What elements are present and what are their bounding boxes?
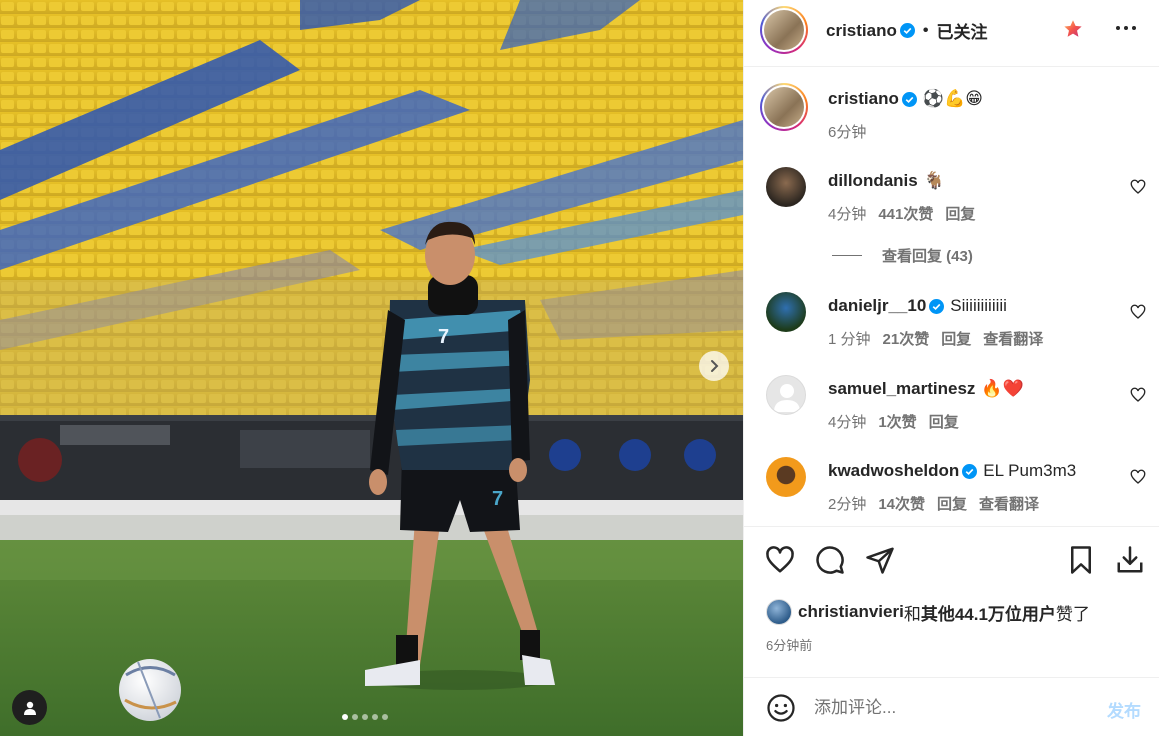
verified-badge-icon — [899, 23, 915, 38]
caption-meta: 6分钟 — [828, 121, 866, 142]
comment-text: 🔥❤️ — [981, 379, 1024, 398]
commenter-avatar[interactable] — [766, 167, 806, 207]
post-photo[interactable]: 7 7 — [0, 0, 743, 736]
liker-username[interactable]: christianvieri — [798, 602, 904, 622]
comment-line: kwadwosheldon EL Pum3m3 — [828, 461, 1076, 481]
comment-text: EL Pum3m3 — [983, 461, 1077, 480]
comment-likes[interactable]: 441次赞 — [878, 203, 933, 224]
post-timestamp[interactable]: 6分钟前 — [766, 635, 812, 654]
caption-author-avatar[interactable] — [760, 83, 808, 131]
comment-time: 4分钟 — [828, 414, 867, 431]
liker-avatar[interactable] — [766, 599, 792, 625]
verified-badge-icon — [962, 463, 978, 479]
comment-username[interactable]: kwadwosheldon — [828, 461, 959, 481]
post-comment-button[interactable]: 发布 — [1107, 697, 1141, 722]
comment-composer: 发布 — [744, 677, 1159, 736]
commenter-avatar[interactable] — [766, 457, 806, 497]
comment-line: dillondanis 🐐 — [828, 171, 945, 191]
author-avatar[interactable] — [760, 6, 808, 54]
save-bookmark-icon[interactable] — [1066, 545, 1096, 575]
reply-button[interactable]: 回复 — [937, 493, 967, 514]
comment-line: samuel_martinesz 🔥❤️ — [828, 379, 1024, 399]
caption-text: ⚽💪😁 — [922, 89, 983, 108]
comment-input[interactable] — [814, 696, 1094, 720]
likes-others-link[interactable]: 其他44.1万位用户 — [921, 600, 1056, 625]
carousel-dot — [352, 714, 358, 720]
likes-summary: christianvieri 和 其他44.1万位用户 赞了 — [766, 599, 1090, 625]
svg-text:7: 7 — [438, 326, 449, 348]
comment-text: Siiiiiiiiiiii — [950, 296, 1007, 315]
follow-status-button[interactable]: 已关注 — [936, 18, 987, 43]
like-heart-icon[interactable] — [765, 545, 795, 575]
likes-suffix: 赞了 — [1055, 604, 1090, 624]
share-send-icon[interactable] — [865, 545, 895, 575]
comment-username[interactable]: samuel_martinesz — [828, 379, 975, 399]
comment-time: 4分钟 — [828, 206, 867, 223]
download-icon[interactable] — [1115, 545, 1145, 575]
tagged-users-button[interactable] — [12, 690, 47, 725]
carousel-dot — [342, 714, 348, 720]
more-options-icon[interactable] — [1116, 26, 1138, 32]
comments-section: cristiano ⚽💪😁 6分钟 dillondanis 🐐 4分钟 441次… — [744, 67, 1159, 527]
comment-time: 2分钟 — [828, 496, 867, 513]
see-translation-button[interactable]: 查看翻译 — [979, 493, 1039, 514]
reply-button[interactable]: 回复 — [945, 203, 975, 224]
football — [119, 659, 181, 721]
comment-like-heart-icon[interactable] — [1130, 469, 1146, 485]
comment-text: 🐐 — [923, 171, 945, 190]
author-info: cristiano • 已关注 — [826, 18, 987, 43]
carousel-dot — [372, 714, 378, 720]
post-actions: christianvieri 和 其他44.1万位用户 赞了 6分钟前 — [744, 527, 1159, 667]
view-replies-label: 查看回复 (43) — [882, 248, 973, 265]
comment-bubble-icon[interactable] — [815, 545, 845, 575]
favorites-star-icon[interactable] — [1062, 18, 1084, 40]
user-icon — [23, 701, 36, 715]
carousel-dot — [382, 714, 388, 720]
commenter-avatar[interactable] — [766, 292, 806, 332]
comment-like-heart-icon[interactable] — [1130, 387, 1146, 403]
chevron-right-icon — [711, 360, 719, 372]
reply-button[interactable]: 回复 — [929, 411, 959, 432]
svg-text:7: 7 — [492, 488, 503, 510]
author-username[interactable]: cristiano — [826, 21, 897, 41]
carousel-next-button[interactable] — [699, 351, 729, 381]
header-separator: • — [922, 21, 929, 39]
comment-meta: 2分钟 14次赞 回复 查看翻译 — [828, 493, 1039, 514]
see-translation-button[interactable]: 查看翻译 — [983, 328, 1043, 349]
verified-badge-icon — [929, 298, 945, 314]
emoji-icon[interactable] — [766, 693, 796, 723]
comment-likes[interactable]: 1次赞 — [878, 411, 916, 432]
carousel-dots — [342, 714, 388, 720]
comment-username[interactable]: danieljr__10 — [828, 296, 926, 316]
commenter-avatar[interactable] — [766, 375, 806, 415]
divider — [832, 255, 862, 256]
caption-line: cristiano ⚽💪😁 — [828, 89, 983, 109]
default-avatar-icon — [774, 384, 800, 412]
likes-connector: 和 — [903, 604, 921, 624]
caption-time: 6分钟 — [828, 124, 867, 141]
post-header: cristiano • 已关注 — [744, 0, 1159, 67]
comment-meta: 1 分钟 21次赞 回复 查看翻译 — [828, 328, 1043, 349]
comment-username[interactable]: dillondanis — [828, 171, 918, 191]
comment-meta: 4分钟 1次赞 回复 — [828, 411, 959, 432]
caption-username[interactable]: cristiano — [828, 89, 899, 109]
carousel-dot — [362, 714, 368, 720]
comment-likes[interactable]: 21次赞 — [883, 328, 930, 349]
reply-button[interactable]: 回复 — [941, 328, 971, 349]
comment-like-heart-icon[interactable] — [1130, 304, 1146, 320]
comment-likes[interactable]: 14次赞 — [878, 493, 925, 514]
view-replies-button[interactable]: 查看回复 (43) — [832, 245, 973, 266]
comment-like-heart-icon[interactable] — [1130, 179, 1146, 195]
comment-line: danieljr__10 Siiiiiiiiiiii — [828, 296, 1007, 316]
comment-meta: 4分钟 441次赞 回复 — [828, 203, 975, 224]
stadium-photo: 7 7 — [0, 0, 743, 736]
post-side-panel: cristiano • 已关注 cristiano ⚽💪😁 6分钟 dillon… — [743, 0, 1159, 736]
comment-time: 1 分钟 — [828, 331, 871, 348]
verified-badge-icon — [901, 91, 917, 107]
